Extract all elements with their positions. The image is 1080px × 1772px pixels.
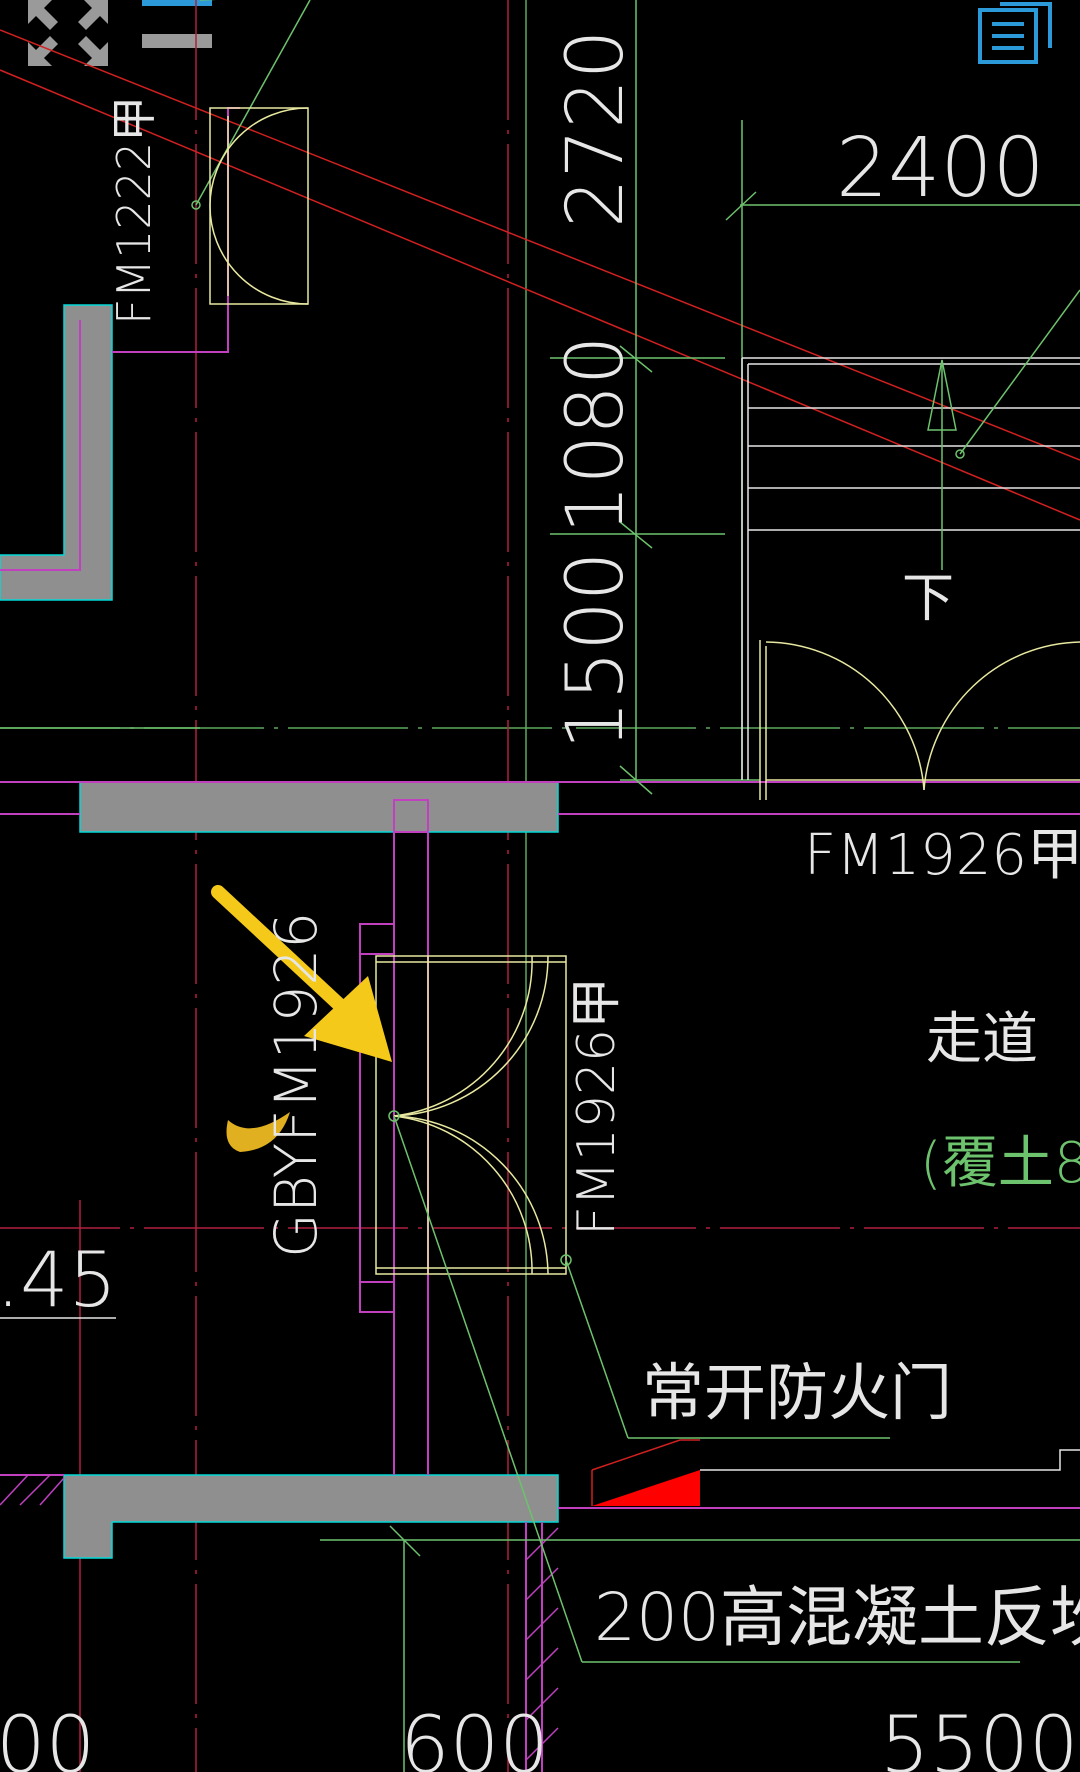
concrete-curb: [591, 1439, 1080, 1506]
door-gbyfm1926: [375, 955, 567, 1275]
dim-1500: 1500: [551, 551, 641, 750]
label-door-fm1222: FM1222甲: [107, 96, 161, 325]
dim-2720: 2720: [551, 29, 641, 228]
label-door-gbyfm1926: GBYFM1926: [262, 912, 330, 1258]
corridor-label: 走道: [926, 1007, 1038, 1072]
curb-note: 200高混凝土反坎: [594, 1579, 1080, 1656]
dim-5500: 5500: [880, 1701, 1079, 1772]
label-door-fm1926-center: FM1926甲: [567, 977, 627, 1236]
layer-toggle-icon: [142, 0, 212, 48]
fullscreen-icon: [28, 0, 108, 66]
door-fm1926-right: [759, 640, 1080, 800]
dim-1080: 1080: [551, 335, 641, 534]
cad-drawing-canvas[interactable]: FM1222甲 2720 2400 1080 1500 下 FM1926甲 GB…: [0, 0, 1080, 1772]
left-partial-value: .45: [0, 1235, 117, 1324]
stair-down-label: 下: [902, 569, 954, 629]
door-fm1222: [191, 107, 309, 305]
label-door-fm1926-right: FM1926甲: [804, 823, 1080, 888]
fire-door-note: 常开防火门: [642, 1356, 952, 1429]
dim-600: 600: [400, 1701, 549, 1772]
dim-2400: 2400: [836, 121, 1045, 216]
soil-cover-label: (覆土80: [920, 1131, 1080, 1196]
dim-bottom-left: 00: [0, 1701, 95, 1772]
document-list-icon: [978, 2, 1052, 64]
